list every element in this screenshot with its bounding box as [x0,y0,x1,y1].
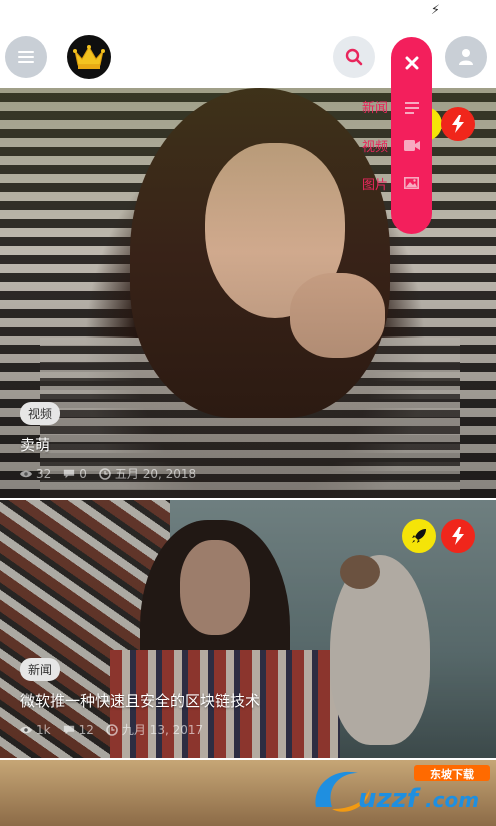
fab-label-news[interactable]: 新闻 [362,97,388,116]
user-icon [459,49,473,65]
clock-icon [99,467,111,480]
post-meta: 1k 12 九月 13, 2017 [20,721,260,738]
image-icon [404,177,419,189]
post-meta: 32 0 五月 20, 2018 [20,465,196,482]
fab-label-image[interactable]: 图片 [362,174,388,193]
close-menu-button[interactable] [391,43,432,83]
post-image-eagle [330,555,430,745]
post-image-hand [290,273,385,358]
search-button[interactable] [333,36,375,78]
flash-icon [452,527,464,545]
date-value: 九月 13, 2017 [121,723,204,737]
flash-badge[interactable] [441,107,475,141]
views-value: 32 [36,466,52,481]
post-image-face [180,540,250,635]
comment-icon [64,469,75,478]
category-tag[interactable]: 视频 [20,402,61,425]
comments-count: 0 [63,465,87,482]
post-title[interactable]: 微软推一种快速且安全的区块链技术 [20,690,260,711]
svg-text:东坡下载: 东坡下载 [430,767,474,781]
post-image-face [205,143,345,318]
comments-count: 12 [63,721,94,738]
text-lines-icon [404,102,419,114]
post-image-eagle-head [340,555,380,589]
svg-text:uzzf: uzzf [358,784,422,814]
flash-icon [452,115,464,133]
flash-icon: ⚡ [430,3,440,18]
category-tag[interactable]: 新闻 [20,658,61,681]
eye-icon [20,470,32,477]
comments-value: 12 [78,722,94,737]
status-bar: ⚡ [0,0,496,22]
search-icon [345,48,363,66]
post-title[interactable]: 卖萌 [20,434,196,455]
post-date: 五月 20, 2018 [99,465,196,482]
user-button[interactable] [445,36,487,78]
views-value: 1k [36,722,51,737]
floating-post-menu [391,37,432,234]
fab-item-news[interactable] [391,96,432,120]
menu-button[interactable] [5,36,47,78]
comment-icon [63,725,74,734]
site-logo[interactable] [67,35,111,79]
close-icon [405,56,418,70]
date-value: 五月 20, 2018 [114,467,197,481]
fab-item-video[interactable] [391,133,432,157]
post-card[interactable]: 新闻 微软推一种快速且安全的区块链技术 1k 12 九月 13, 2017 [0,500,496,758]
hamburger-icon [18,51,34,63]
rocket-badge[interactable] [402,519,436,553]
fab-item-image[interactable] [391,171,432,195]
fab-label-video[interactable]: 视频 [362,136,388,155]
crown-icon [73,45,105,69]
post-image-hair [130,88,390,418]
eye-icon [20,726,32,733]
post-info: 视频 卖萌 32 0 五月 20, 2018 [20,402,196,482]
flash-badge[interactable] [441,519,475,553]
uzzf-watermark-logo: 东坡下载 uzzf .com [310,763,496,819]
video-camera-icon [403,139,420,151]
comments-value: 0 [79,466,87,481]
post-info: 新闻 微软推一种快速且安全的区块链技术 1k 12 九月 13, 2017 [20,658,260,738]
rocket-icon [412,529,426,543]
post-date: 九月 13, 2017 [106,721,203,738]
clock-icon [106,723,118,736]
svg-text:.com: .com [425,788,479,812]
views-count: 1k [20,721,51,738]
views-count: 32 [20,465,51,482]
